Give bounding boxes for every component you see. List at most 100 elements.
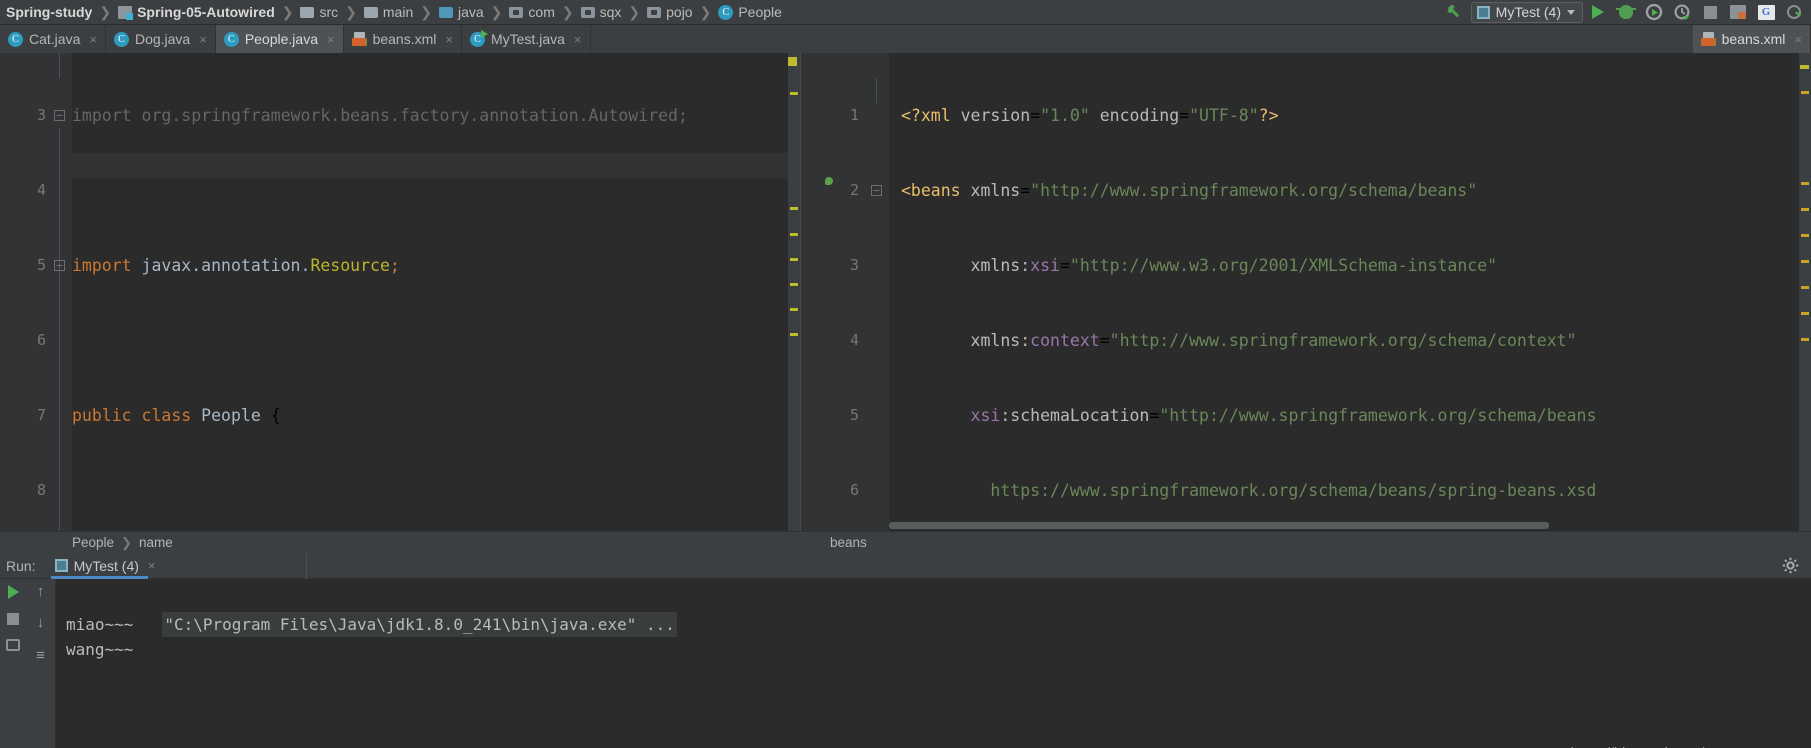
breadcrumb-separator-icon: ❯ bbox=[99, 3, 112, 20]
run-button[interactable] bbox=[1585, 1, 1611, 23]
tab-cat-java[interactable]: C Cat.java × bbox=[0, 25, 106, 53]
header-divider bbox=[305, 552, 307, 579]
stripe-marker[interactable] bbox=[1801, 234, 1809, 237]
stop-button[interactable] bbox=[1697, 1, 1723, 23]
code-line: 2 – <beans xmlns="http://www.springframe… bbox=[801, 178, 1811, 203]
stripe-marker[interactable] bbox=[1801, 338, 1809, 341]
breadcrumb-field[interactable]: name bbox=[139, 535, 173, 550]
stripe-marker[interactable] bbox=[790, 207, 798, 210]
fold-minus-icon[interactable]: – bbox=[54, 260, 65, 271]
breadcrumb-item-class[interactable]: C People bbox=[716, 0, 784, 25]
tab-people-java[interactable]: C People.java × bbox=[215, 25, 344, 53]
stripe-marker[interactable] bbox=[1801, 208, 1809, 211]
breadcrumb-label: Spring-study bbox=[6, 4, 93, 20]
breadcrumb-separator-icon: ❯ bbox=[561, 3, 574, 20]
code-line: 5 xsi:schemaLocation="http://www.springf… bbox=[801, 403, 1811, 428]
stripe-marker[interactable] bbox=[790, 333, 798, 336]
run-tab-mytest[interactable]: MyTest (4) × bbox=[45, 553, 166, 579]
breadcrumb-item-main[interactable]: main bbox=[362, 0, 415, 25]
run-tool-window: Run: MyTest (4) × ↑ ↓ ≡ "C:\Program File… bbox=[0, 552, 1811, 748]
tab-beans-xml[interactable]: beans.xml × bbox=[344, 25, 462, 53]
code-text: xsi:schemaLocation="http://www.springfra… bbox=[970, 406, 1597, 425]
stripe-marker[interactable] bbox=[790, 233, 798, 236]
editor-beans-xml[interactable]: 1 <?xml version="1.0" encoding="UTF-8"?>… bbox=[801, 53, 1811, 531]
fold-minus-icon[interactable]: – bbox=[54, 110, 65, 121]
breadcrumb-item-com[interactable]: com bbox=[507, 0, 556, 25]
breadcrumb-item-src[interactable]: src bbox=[298, 0, 340, 25]
breadcrumb-root-tag[interactable]: beans bbox=[830, 535, 867, 550]
build-project-button[interactable] bbox=[1443, 1, 1469, 23]
console-command-text: "C:\Program Files\Java\jdk1.8.0_241\bin\… bbox=[162, 612, 677, 637]
close-icon[interactable]: × bbox=[89, 32, 97, 47]
arrow-down-icon[interactable]: ↓ bbox=[37, 615, 45, 630]
arrow-up-icon[interactable]: ↑ bbox=[37, 584, 45, 599]
project-structure-icon bbox=[1730, 5, 1746, 19]
breadcrumb-item-pojo[interactable]: pojo bbox=[645, 0, 694, 25]
tab-beans-xml-right[interactable]: beans.xml × bbox=[1692, 25, 1811, 53]
close-icon[interactable]: × bbox=[1794, 32, 1802, 47]
play-icon[interactable] bbox=[7, 585, 19, 599]
spring-xml-icon bbox=[1700, 31, 1716, 47]
stripe-marker[interactable] bbox=[790, 92, 798, 95]
console-line: wang~~~ bbox=[66, 640, 134, 659]
close-icon[interactable]: × bbox=[445, 32, 453, 47]
stripe-marker[interactable] bbox=[1800, 65, 1809, 69]
project-structure-button[interactable] bbox=[1725, 1, 1751, 23]
camera-icon[interactable] bbox=[6, 639, 20, 651]
run-with-coverage-button[interactable] bbox=[1641, 1, 1667, 23]
close-icon[interactable]: × bbox=[148, 558, 156, 573]
breadcrumb-item-sqx[interactable]: sqx bbox=[579, 0, 624, 25]
run-coverage-icon bbox=[1645, 3, 1663, 20]
code-line: 4 bbox=[0, 178, 800, 203]
stripe-marker[interactable] bbox=[790, 308, 798, 311]
search-everywhere-button[interactable]: G bbox=[1753, 1, 1779, 23]
run-console-body: ↑ ↓ ≡ "C:\Program Files\Java\jdk1.8.0_24… bbox=[0, 579, 1811, 748]
wrap-icon[interactable]: ≡ bbox=[36, 647, 45, 664]
close-icon[interactable]: × bbox=[574, 32, 582, 47]
breadcrumb-class[interactable]: People bbox=[72, 535, 114, 550]
close-icon[interactable]: × bbox=[327, 32, 335, 47]
breadcrumb-item-project[interactable]: Spring-study bbox=[4, 0, 94, 25]
fold-minus-icon[interactable]: – bbox=[871, 185, 882, 196]
breadcrumb-item-module[interactable]: Spring-05-Autowired bbox=[116, 0, 277, 25]
editor-people-java[interactable]: 3 – import org.springframework.beans.fac… bbox=[0, 53, 800, 531]
code-line: 6 bbox=[0, 328, 800, 353]
gear-icon[interactable] bbox=[1782, 557, 1799, 574]
stripe-marker[interactable] bbox=[1801, 312, 1809, 315]
run-configuration-selector[interactable]: MyTest (4) bbox=[1470, 1, 1583, 23]
breadcrumb-label: Spring-05-Autowired bbox=[137, 4, 275, 20]
stripe-marker[interactable] bbox=[790, 258, 798, 261]
breadcrumb-label: sqx bbox=[599, 4, 622, 20]
horizontal-scrollbar[interactable] bbox=[889, 522, 1797, 529]
spring-bean-icon[interactable] bbox=[50, 408, 66, 424]
code-line: 5 – import javax.annotation.Resource; bbox=[0, 253, 800, 278]
package-icon bbox=[647, 6, 662, 18]
code-text: public class People { bbox=[72, 406, 281, 425]
run-panel-title: Run: bbox=[6, 557, 36, 574]
debug-button[interactable] bbox=[1613, 1, 1639, 23]
code-text: xmlns:context="http://www.springframewor… bbox=[970, 331, 1577, 350]
error-stripe-left[interactable] bbox=[788, 53, 800, 531]
stripe-marker[interactable] bbox=[1801, 182, 1809, 185]
stop-icon[interactable] bbox=[7, 613, 19, 625]
stripe-marker[interactable] bbox=[1801, 286, 1809, 289]
tab-mytest-java[interactable]: C MyTest.java × bbox=[462, 25, 591, 53]
close-icon[interactable]: × bbox=[199, 32, 207, 47]
breadcrumb-item-java[interactable]: java bbox=[437, 0, 486, 25]
tab-dog-java[interactable]: C Dog.java × bbox=[106, 25, 216, 53]
console-output[interactable]: "C:\Program Files\Java\jdk1.8.0_241\bin\… bbox=[56, 579, 1811, 748]
folder-icon bbox=[300, 6, 315, 18]
scrollbar-thumb[interactable] bbox=[889, 522, 1549, 529]
breadcrumb-separator-icon: ❯ bbox=[420, 3, 432, 20]
line-number: 1 bbox=[849, 106, 859, 124]
warning-marker[interactable] bbox=[788, 57, 797, 66]
stripe-marker[interactable] bbox=[1801, 91, 1809, 94]
tab-label: beans.xml bbox=[372, 31, 437, 47]
stripe-marker[interactable] bbox=[790, 283, 798, 286]
profile-button[interactable] bbox=[1669, 1, 1695, 23]
module-icon bbox=[118, 5, 134, 20]
error-stripe-right[interactable] bbox=[1799, 53, 1811, 531]
theme-toggle-button[interactable] bbox=[1781, 1, 1807, 23]
chevron-down-icon bbox=[1567, 9, 1575, 15]
stripe-marker[interactable] bbox=[1801, 260, 1809, 263]
